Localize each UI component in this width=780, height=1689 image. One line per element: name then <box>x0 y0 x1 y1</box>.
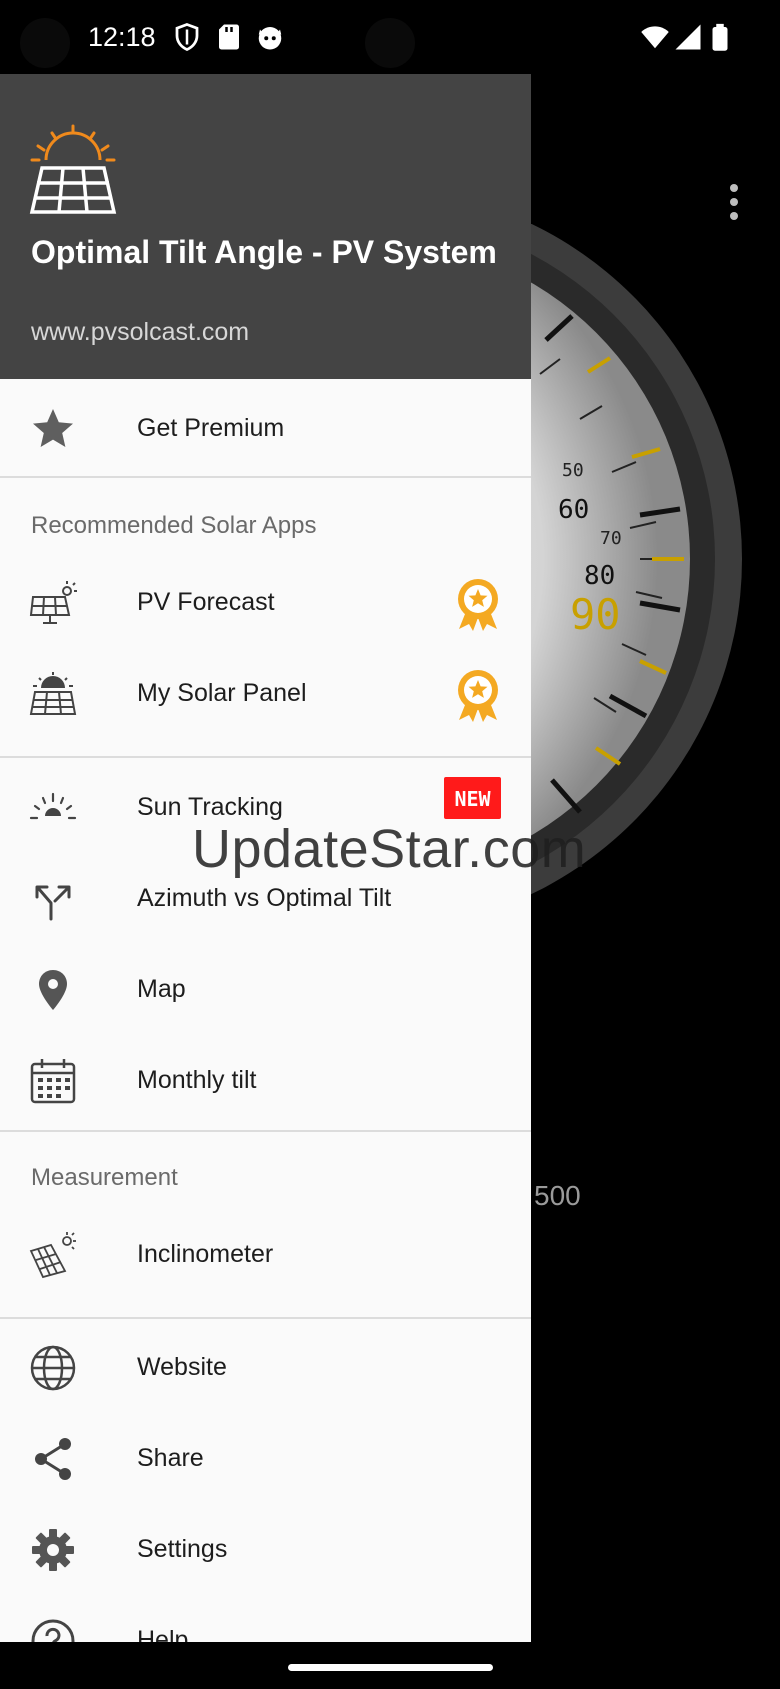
globe-icon <box>30 1345 76 1391</box>
menu-item-share[interactable]: Share <box>0 1415 531 1503</box>
gauge-label-80: 80 <box>584 561 615 591</box>
section-title-recommended: Recommended Solar Apps <box>31 512 317 539</box>
background-value-label: 500 <box>534 1180 581 1211</box>
menu-item-label: Settings <box>137 1535 228 1563</box>
gauge-label-70: 70 <box>600 528 622 549</box>
status-bar: 12:18 <box>0 0 780 74</box>
menu-item-label: My Solar Panel <box>137 679 307 707</box>
menu-item-pv-forecast[interactable]: PV Forecast <box>0 559 531 647</box>
share-icon <box>35 1438 71 1480</box>
menu-item-settings[interactable]: Settings <box>0 1506 531 1594</box>
status-time: 12:18 <box>88 22 156 52</box>
menu-item-my-solar-panel[interactable]: My Solar Panel <box>0 650 531 738</box>
gauge-label-50: 50 <box>562 460 584 481</box>
help-icon <box>31 1619 75 1642</box>
navigation-bar <box>0 1642 780 1689</box>
divider <box>0 476 531 478</box>
menu-item-get-premium[interactable]: Get Premium <box>0 385 531 473</box>
menu-item-label: Azimuth vs Optimal Tilt <box>137 884 392 912</box>
menu-item-map[interactable]: Map <box>0 946 531 1034</box>
app-website: www.pvsolcast.com <box>31 318 250 346</box>
award-ribbon-icon <box>458 579 498 631</box>
battery-icon <box>712 23 728 51</box>
new-badge-text: NEW <box>454 787 491 811</box>
new-badge-icon: NEW <box>444 777 501 819</box>
split-arrows-icon <box>35 885 71 921</box>
signal-icon <box>675 24 701 50</box>
menu-item-help[interactable]: Help <box>0 1597 531 1642</box>
menu-item-label: Get Premium <box>137 414 285 442</box>
menu-item-label: Map <box>137 975 186 1003</box>
section-title-measurement: Measurement <box>31 1164 178 1191</box>
divider <box>0 1317 531 1319</box>
app-title: Optimal Tilt Angle - PV System <box>31 234 497 270</box>
camera-cutout <box>365 18 415 68</box>
calendar-icon <box>30 1059 76 1104</box>
menu-item-monthly-tilt[interactable]: Monthly tilt <box>0 1037 531 1125</box>
menu-item-label: Share <box>137 1444 204 1472</box>
divider <box>0 756 531 758</box>
pv-forecast-icon <box>29 581 77 624</box>
solar-panel-icon <box>29 672 77 715</box>
sd-card-icon <box>219 24 239 50</box>
gear-icon <box>32 1529 74 1571</box>
tilted-panel-icon <box>29 1232 76 1279</box>
wifi-icon <box>641 26 669 49</box>
sun-rays-icon <box>29 792 77 820</box>
solar-panel-sun-icon <box>29 124 117 214</box>
overflow-menu-icon[interactable] <box>722 182 746 222</box>
award-ribbon-icon <box>458 670 498 722</box>
menu-item-label: Inclinometer <box>137 1240 274 1268</box>
shield-icon <box>175 23 199 52</box>
menu-item-website[interactable]: Website <box>0 1324 531 1412</box>
star-icon <box>33 409 73 447</box>
menu-item-label: Monthly tilt <box>137 1066 257 1094</box>
camera-cutout <box>20 18 70 68</box>
drawer-header: Optimal Tilt Angle - PV System www.pvsol… <box>0 74 531 379</box>
map-pin-icon <box>39 970 67 1010</box>
menu-item-label: PV Forecast <box>137 588 275 616</box>
home-gesture-handle[interactable] <box>288 1664 493 1671</box>
menu-item-label: Website <box>137 1353 227 1381</box>
menu-item-inclinometer[interactable]: Inclinometer <box>0 1211 531 1299</box>
divider <box>0 1130 531 1132</box>
gauge-label-90: 90 <box>570 590 621 639</box>
cat-icon <box>258 27 282 50</box>
gauge-label-60: 60 <box>558 495 589 525</box>
watermark: UpdateStar.com <box>192 819 587 879</box>
menu-item-label: Help <box>137 1626 189 1642</box>
